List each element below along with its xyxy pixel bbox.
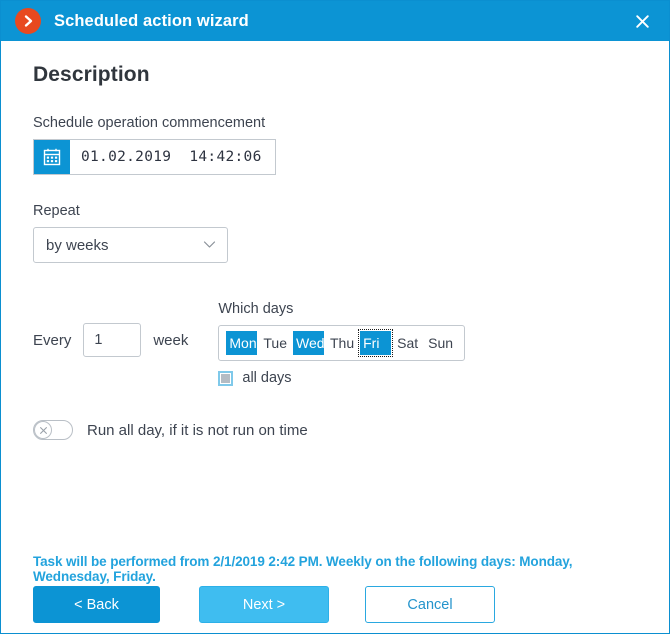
day-chip-tue[interactable]: Tue <box>259 331 291 355</box>
run-all-day-toggle[interactable] <box>33 420 73 440</box>
all-days-row[interactable]: all days <box>218 370 465 386</box>
scheduled-action-wizard-window: Scheduled action wizard Description Sche… <box>0 0 670 634</box>
calendar-icon[interactable] <box>34 140 70 174</box>
day-chip-thu[interactable]: Thu <box>326 331 358 355</box>
titlebar: Scheduled action wizard <box>1 1 669 41</box>
all-days-checkbox[interactable] <box>218 370 234 386</box>
every-suffix-label: week <box>153 331 189 349</box>
every-interval-input[interactable]: 1 <box>83 323 142 357</box>
all-days-label: all days <box>242 370 292 386</box>
schedule-start-field[interactable]: 01.02.2019 14:42:06 <box>33 139 276 175</box>
cross-circle-icon <box>34 421 52 439</box>
footer-buttons: < Back Next > Cancel <box>33 586 637 623</box>
dialog-body: Description Schedule operation commencem… <box>1 41 669 633</box>
day-chip-fri[interactable]: Fri <box>358 329 394 357</box>
chevron-right-circle-icon <box>15 8 41 34</box>
every-group: Every 1 week <box>33 301 188 357</box>
repeat-select[interactable]: by weeks <box>33 227 228 263</box>
which-days-selector: Mon Tue Wed Thu Fri Sat Sun <box>218 325 466 361</box>
checkbox-indeterminate-mark <box>221 373 231 383</box>
which-days-label: Which days <box>218 301 294 317</box>
close-icon[interactable] <box>629 8 655 34</box>
repeat-label: Repeat <box>33 203 80 219</box>
run-all-day-row: Run all day, if it is not run on time <box>33 420 637 440</box>
day-chip-sat[interactable]: Sat <box>393 331 422 355</box>
day-chip-wed[interactable]: Wed <box>292 331 324 355</box>
cancel-button[interactable]: Cancel <box>365 586 495 623</box>
summary-text: Task will be performed from 2/1/2019 2:4… <box>33 554 573 584</box>
window-title: Scheduled action wizard <box>54 11 249 30</box>
recurrence-row: Every 1 week Which days Mon Tue Wed Thu … <box>33 301 637 386</box>
run-all-day-label: Run all day, if it is not run on time <box>87 421 308 439</box>
next-button[interactable]: Next > <box>199 586 329 623</box>
chevron-down-icon <box>203 236 216 254</box>
every-prefix-label: Every <box>33 331 72 349</box>
repeat-selected-value: by weeks <box>46 236 109 254</box>
day-chip-sun[interactable]: Sun <box>424 331 457 355</box>
schedule-start-label: Schedule operation commencement <box>33 115 266 131</box>
page-title: Description <box>33 63 150 86</box>
which-days-group: Which days Mon Tue Wed Thu Fri Sat Sun a… <box>218 301 466 386</box>
back-button[interactable]: < Back <box>33 586 160 623</box>
day-chip-mon[interactable]: Mon <box>226 331 258 355</box>
schedule-start-value[interactable]: 01.02.2019 14:42:06 <box>70 140 275 174</box>
